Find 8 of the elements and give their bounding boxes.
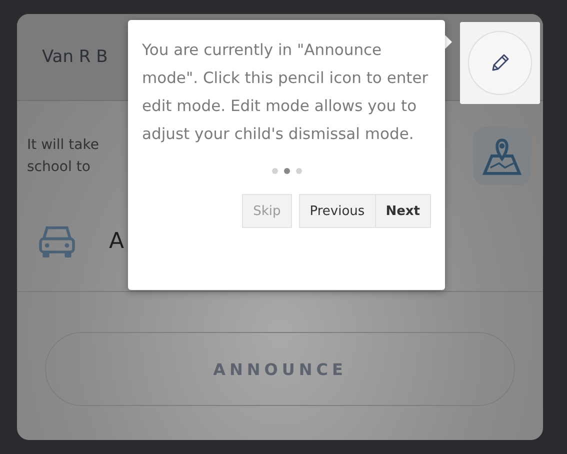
message-text: It will take <box>27 137 99 153</box>
student-name: Van R B <box>42 47 108 67</box>
previous-button[interactable]: Previous <box>298 194 376 228</box>
mode-label: A <box>109 228 124 254</box>
message-text: school to <box>27 159 92 175</box>
map-pin-icon[interactable] <box>473 127 531 185</box>
tour-text: You are currently in "Announce mode". Click this pencil icon to enter edit mode. Edit mode allows you to adjust your child's dismissal mode. <box>142 40 430 145</box>
next-button[interactable]: Next <box>376 194 431 228</box>
